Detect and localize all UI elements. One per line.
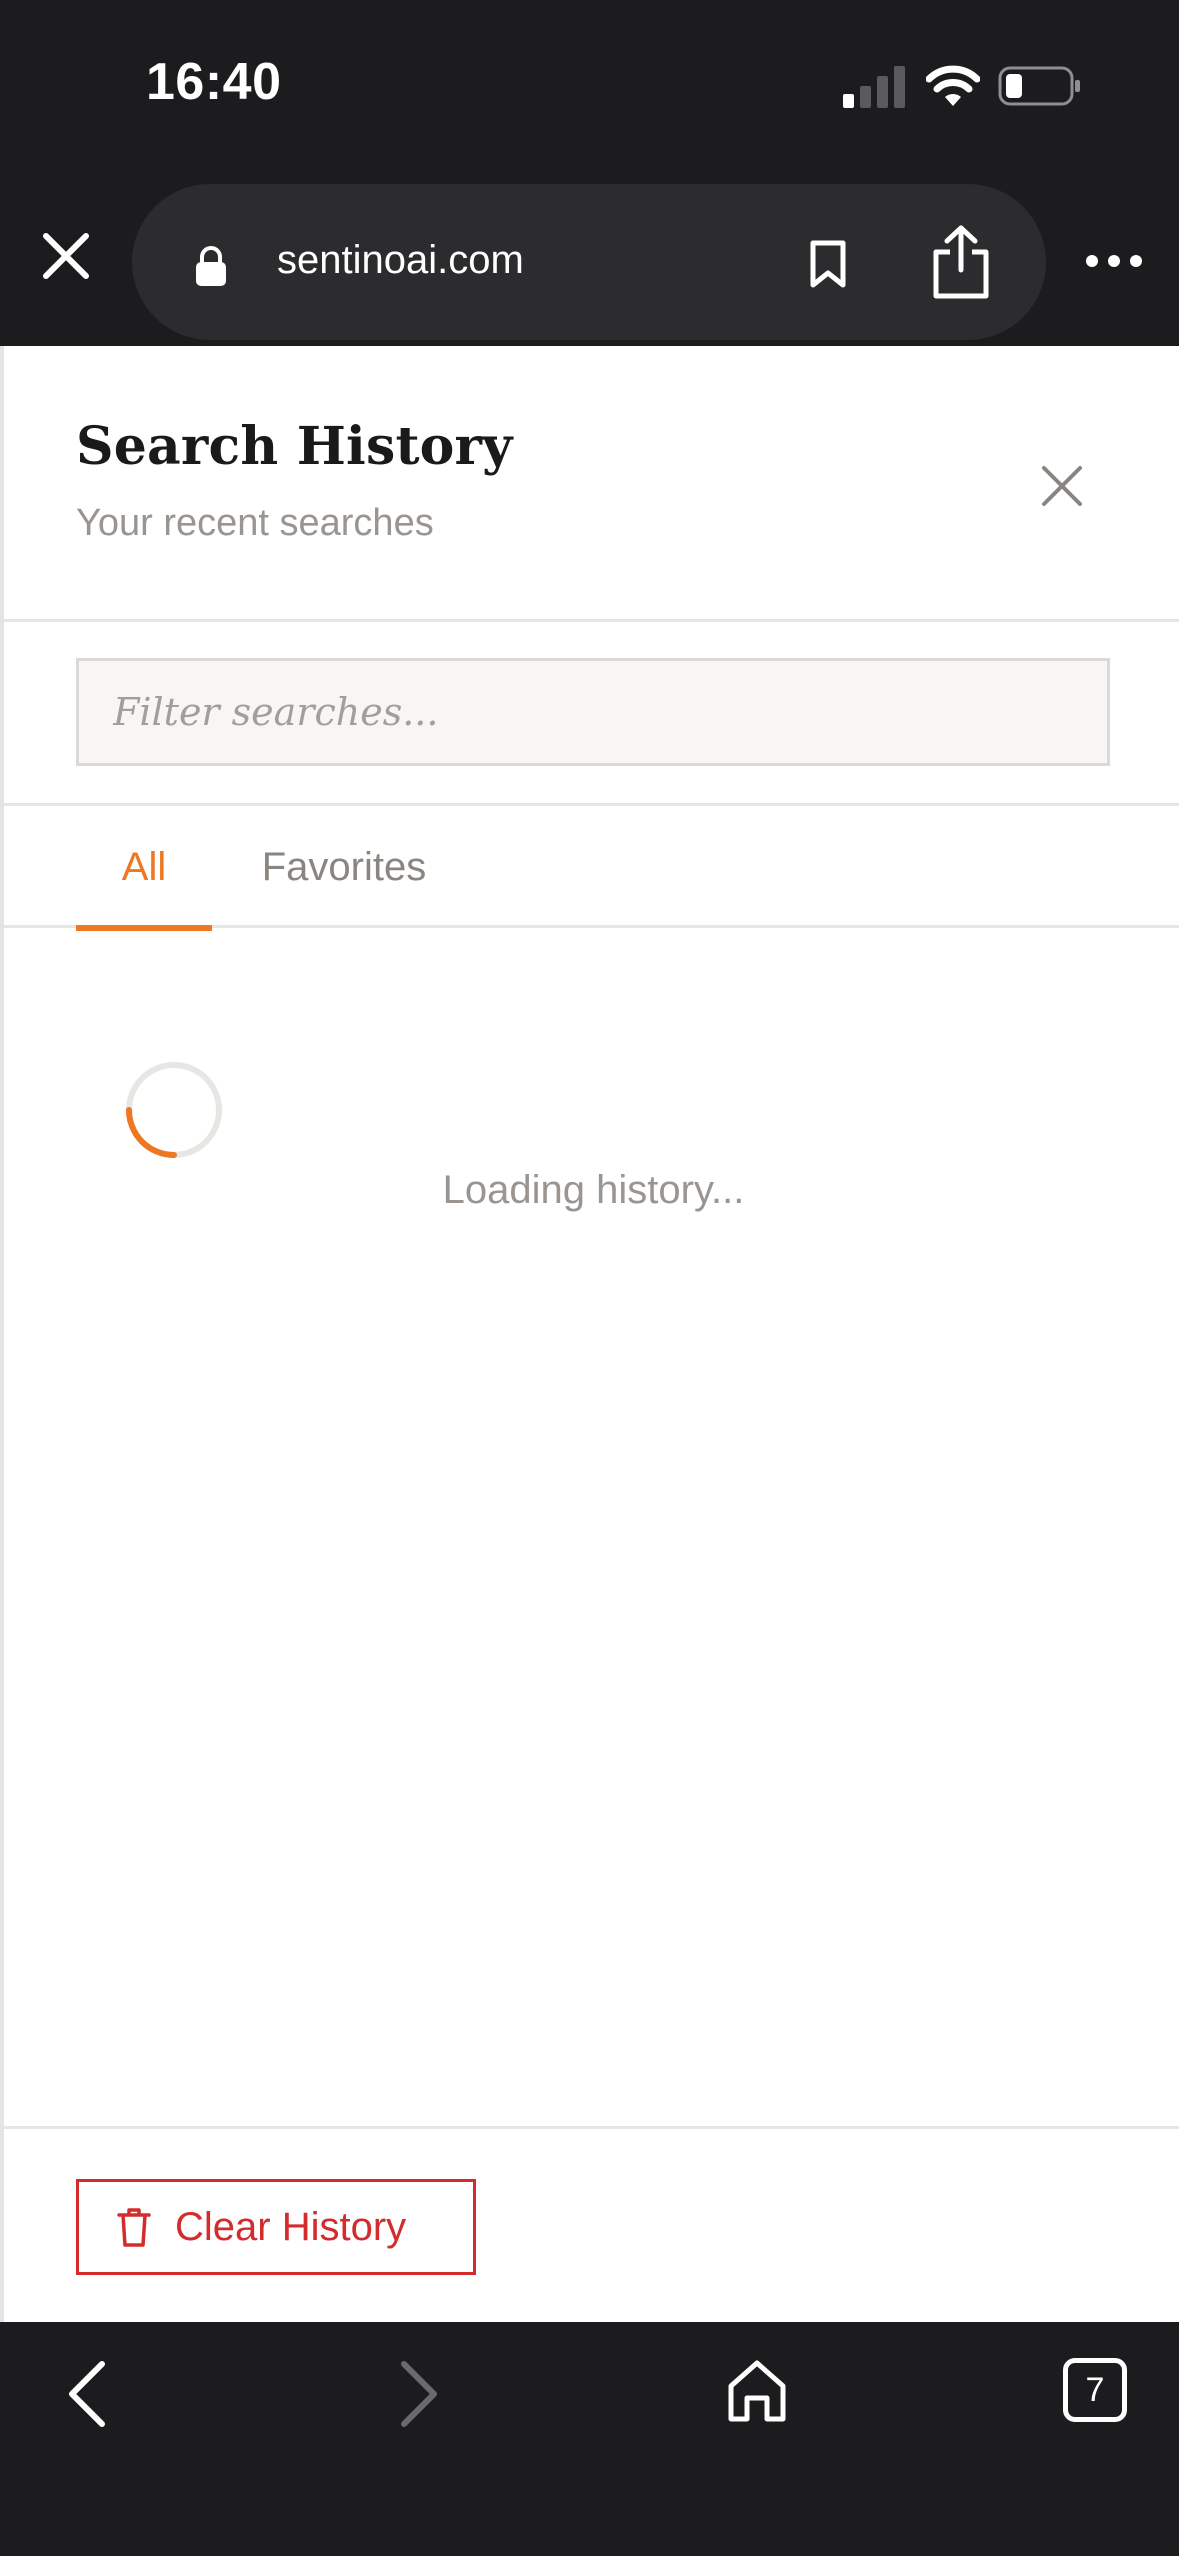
home-icon[interactable] — [726, 2358, 788, 2424]
filter-area — [4, 622, 1179, 806]
search-history-panel: Search History Your recent searches All … — [0, 346, 1179, 2322]
tab-favorites-label: Favorites — [261, 844, 427, 889]
url-text[interactable]: sentinoai.com — [277, 238, 524, 283]
lock-icon — [196, 246, 226, 286]
share-icon[interactable] — [930, 224, 992, 300]
browser-close-button[interactable] — [36, 226, 96, 286]
panel-subtitle: Your recent searches — [76, 502, 434, 544]
status-bar: 16:40 — [0, 0, 1179, 170]
tabs-count-button[interactable]: 7 — [1063, 2358, 1127, 2422]
status-time: 16:40 — [146, 53, 282, 111]
wifi-icon — [926, 65, 980, 106]
tab-all[interactable]: All — [76, 806, 212, 931]
tab-favorites[interactable]: Favorites — [252, 806, 436, 928]
clear-history-label: Clear History — [175, 2204, 407, 2249]
back-icon[interactable] — [62, 2358, 110, 2430]
close-icon[interactable] — [1034, 458, 1090, 514]
more-icon[interactable] — [1084, 250, 1144, 272]
tab-all-label: All — [121, 844, 167, 889]
active-tab-indicator — [76, 925, 212, 931]
filter-input[interactable] — [76, 658, 1110, 766]
battery-icon — [998, 66, 1080, 106]
bookmark-icon[interactable] — [807, 240, 849, 288]
signal-icon — [843, 66, 905, 108]
loading-text: Loading history... — [442, 1168, 745, 1212]
close-icon — [43, 233, 89, 279]
loading-spinner — [126, 1062, 222, 1158]
address-bar[interactable]: sentinoai.com — [132, 184, 1046, 340]
browser-toolbar: sentinoai.com — [0, 170, 1179, 346]
trash-icon — [117, 2208, 151, 2247]
panel-header: Search History Your recent searches — [4, 346, 1179, 622]
panel-footer: Clear History — [4, 2126, 1179, 2322]
clear-history-button[interactable]: Clear History — [76, 2179, 476, 2275]
history-tabs: All Favorites — [4, 806, 1179, 931]
browser-bottom-nav: 7 — [0, 2322, 1179, 2556]
forward-icon[interactable] — [396, 2358, 444, 2430]
panel-title: Search History — [76, 416, 513, 477]
